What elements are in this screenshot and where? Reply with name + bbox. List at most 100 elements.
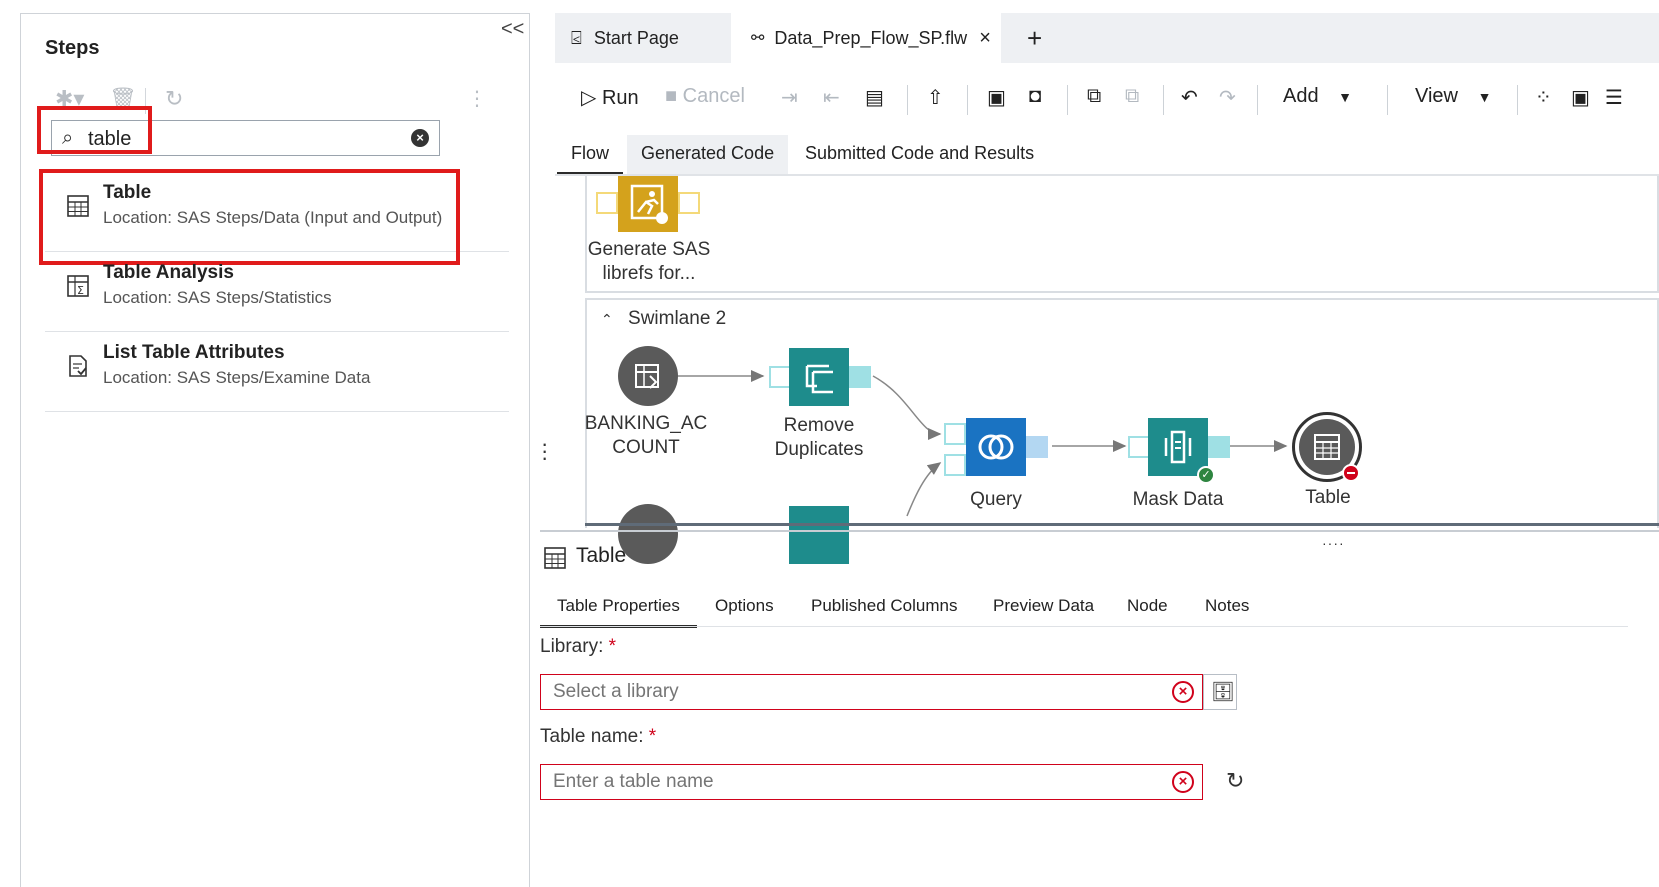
refresh-icon[interactable]: ↻ bbox=[165, 86, 183, 112]
input-port[interactable] bbox=[944, 454, 966, 476]
details-icon[interactable]: ☰ bbox=[1605, 85, 1623, 110]
query-join-icon bbox=[978, 434, 1014, 460]
query-node[interactable] bbox=[966, 418, 1026, 476]
tabs-divider bbox=[540, 626, 1628, 627]
toolbar-divider bbox=[1163, 85, 1164, 115]
tab-node[interactable]: Node bbox=[1110, 586, 1185, 628]
library-placeholder: Select a library bbox=[553, 681, 679, 702]
steps-title: Steps bbox=[45, 37, 100, 59]
remove-duplicates-icon bbox=[805, 364, 833, 394]
chevron-down-icon: ▼ bbox=[1338, 89, 1353, 105]
view-label: View bbox=[1415, 85, 1458, 107]
add-menu-button[interactable]: Add ▼ bbox=[1283, 85, 1352, 108]
tab-preview-data[interactable]: Preview Data bbox=[976, 586, 1111, 628]
error-icon: × bbox=[1172, 681, 1194, 703]
tab-submitted-code[interactable]: Submitted Code and Results bbox=[791, 135, 1048, 175]
result-highlight bbox=[39, 169, 460, 265]
table-icon bbox=[544, 547, 566, 569]
step-result-table-analysis[interactable]: Σ Table Analysis Location: SAS Steps/Sta… bbox=[45, 252, 509, 332]
schedule-icon[interactable]: ▤ bbox=[865, 85, 884, 110]
tab-table-properties[interactable]: Table Properties bbox=[540, 586, 697, 628]
list-attributes-icon bbox=[69, 355, 87, 377]
step-location: Location: SAS Steps/Examine Data bbox=[103, 368, 371, 387]
toolbar-divider bbox=[907, 85, 908, 115]
save-icon[interactable]: ▣ bbox=[987, 85, 1006, 110]
toolbar-divider bbox=[967, 85, 968, 115]
start-page-icon: ⍃ bbox=[571, 27, 582, 48]
table-name-placeholder: Enter a table name bbox=[553, 771, 714, 792]
step-title: List Table Attributes bbox=[103, 342, 285, 363]
tab-notes[interactable]: Notes bbox=[1188, 586, 1266, 628]
step-location: Location: SAS Steps/Statistics bbox=[103, 288, 332, 307]
properties-panel: Table Table Properties Options Published… bbox=[540, 508, 1628, 800]
step-result-list-table-attributes[interactable]: List Table Attributes Location: SAS Step… bbox=[45, 332, 509, 412]
run-to-icon[interactable]: ⇤ bbox=[823, 85, 840, 110]
input-port[interactable] bbox=[1128, 436, 1150, 458]
success-check-icon: ✓ bbox=[1197, 466, 1215, 484]
input-port[interactable] bbox=[944, 423, 966, 445]
view-menu-button[interactable]: View ▼ bbox=[1415, 85, 1491, 108]
step-title: Table Analysis bbox=[103, 262, 234, 283]
browse-library-button[interactable]: 🗄 bbox=[1203, 674, 1237, 710]
arrange-icon[interactable]: ⁘ bbox=[1535, 85, 1552, 110]
pane-splitter-handle[interactable]: · · · bbox=[541, 433, 548, 469]
tab-flow[interactable]: Flow bbox=[557, 135, 624, 175]
tab-data-prep-flow[interactable]: ⚯ Data_Prep_Flow_SP.flw × bbox=[731, 13, 1001, 63]
tab-options[interactable]: Options bbox=[698, 586, 791, 628]
run-from-icon[interactable]: ⇥ bbox=[781, 85, 798, 110]
library-icon: 🗄 bbox=[1211, 682, 1236, 703]
library-field[interactable]: Select a library × bbox=[540, 674, 1203, 710]
input-port[interactable] bbox=[769, 366, 791, 388]
search-highlight bbox=[37, 106, 152, 154]
table-analysis-icon: Σ bbox=[67, 275, 89, 297]
run-icon: ▷ bbox=[581, 87, 597, 109]
clear-search-icon[interactable]: × bbox=[411, 129, 429, 147]
tab-generated-code[interactable]: Generated Code bbox=[627, 135, 789, 175]
close-tab-icon[interactable]: × bbox=[979, 27, 991, 50]
toolbar-divider bbox=[1517, 85, 1518, 115]
save-as-icon[interactable]: ◘ bbox=[1029, 85, 1041, 108]
remove-duplicates-node[interactable] bbox=[789, 348, 849, 406]
output-port[interactable] bbox=[1208, 436, 1230, 458]
flow-toolbar: ▷ Run ■ Cancel ⇥ ⇤ ▤ ⇧ ▣ ◘ ⧉ ⧉ ↶ ↷ Add ▼… bbox=[555, 77, 1659, 121]
run-label: Run bbox=[601, 87, 639, 109]
cancel-button[interactable]: ■ Cancel bbox=[665, 85, 745, 108]
svg-text:Σ: Σ bbox=[77, 284, 84, 297]
redo-icon[interactable]: ↷ bbox=[1219, 85, 1236, 110]
chevron-down-icon: ▼ bbox=[1477, 89, 1492, 105]
stop-icon: ■ bbox=[665, 85, 678, 107]
flow-editor: ▷ Run ■ Cancel ⇥ ⇤ ▤ ⇧ ▣ ◘ ⧉ ⧉ ↶ ↷ Add ▼… bbox=[540, 63, 1659, 887]
cancel-label: Cancel bbox=[682, 85, 745, 107]
node-label: Remove Duplicates bbox=[774, 415, 864, 460]
add-label: Add bbox=[1283, 85, 1319, 107]
steps-pane: Steps << ✱▾ 🗑 ↻ ⋮ ⌕ table × Table Locati… bbox=[20, 13, 530, 887]
toolbar-divider bbox=[1257, 85, 1258, 115]
table-name-label: Table name: * bbox=[540, 726, 657, 747]
node-label: Table bbox=[1305, 487, 1351, 508]
toolbar-divider bbox=[1067, 85, 1068, 115]
tab-start-page[interactable]: ⍃ Start Page bbox=[571, 13, 741, 63]
paste-icon[interactable]: ⧉ bbox=[1125, 85, 1139, 108]
error-icon: × bbox=[1172, 771, 1194, 793]
undo-icon[interactable]: ↶ bbox=[1181, 85, 1198, 110]
tab-published-columns[interactable]: Published Columns bbox=[794, 586, 974, 628]
toolbar-divider bbox=[1387, 85, 1388, 115]
output-port[interactable] bbox=[849, 366, 871, 388]
copy-icon[interactable]: ⧉ bbox=[1087, 85, 1101, 108]
add-tab-button[interactable]: + bbox=[1027, 13, 1042, 63]
table-import-icon bbox=[635, 364, 659, 389]
library-label: Library: * bbox=[540, 636, 617, 657]
document-tab-strip: ⍃ Start Page ⚯ Data_Prep_Flow_SP.flw × + bbox=[555, 13, 1659, 63]
banking-account-node[interactable] bbox=[618, 346, 678, 406]
upload-icon[interactable]: ⇧ bbox=[927, 85, 944, 110]
table-name-field[interactable]: Enter a table name × bbox=[540, 764, 1203, 800]
more-options-icon[interactable]: ⋮ bbox=[467, 86, 487, 111]
collapse-pane-button[interactable]: << bbox=[501, 18, 524, 41]
overview-icon[interactable]: ▣ bbox=[1571, 85, 1590, 110]
refresh-icon[interactable]: ↻ bbox=[1226, 768, 1244, 794]
flow-file-icon: ⚯ bbox=[751, 30, 765, 47]
tab-label: Start Page bbox=[593, 27, 679, 48]
run-button[interactable]: ▷ Run bbox=[581, 85, 639, 110]
node-label: BANKING_AC COUNT bbox=[584, 413, 708, 458]
output-port[interactable] bbox=[1026, 436, 1048, 458]
